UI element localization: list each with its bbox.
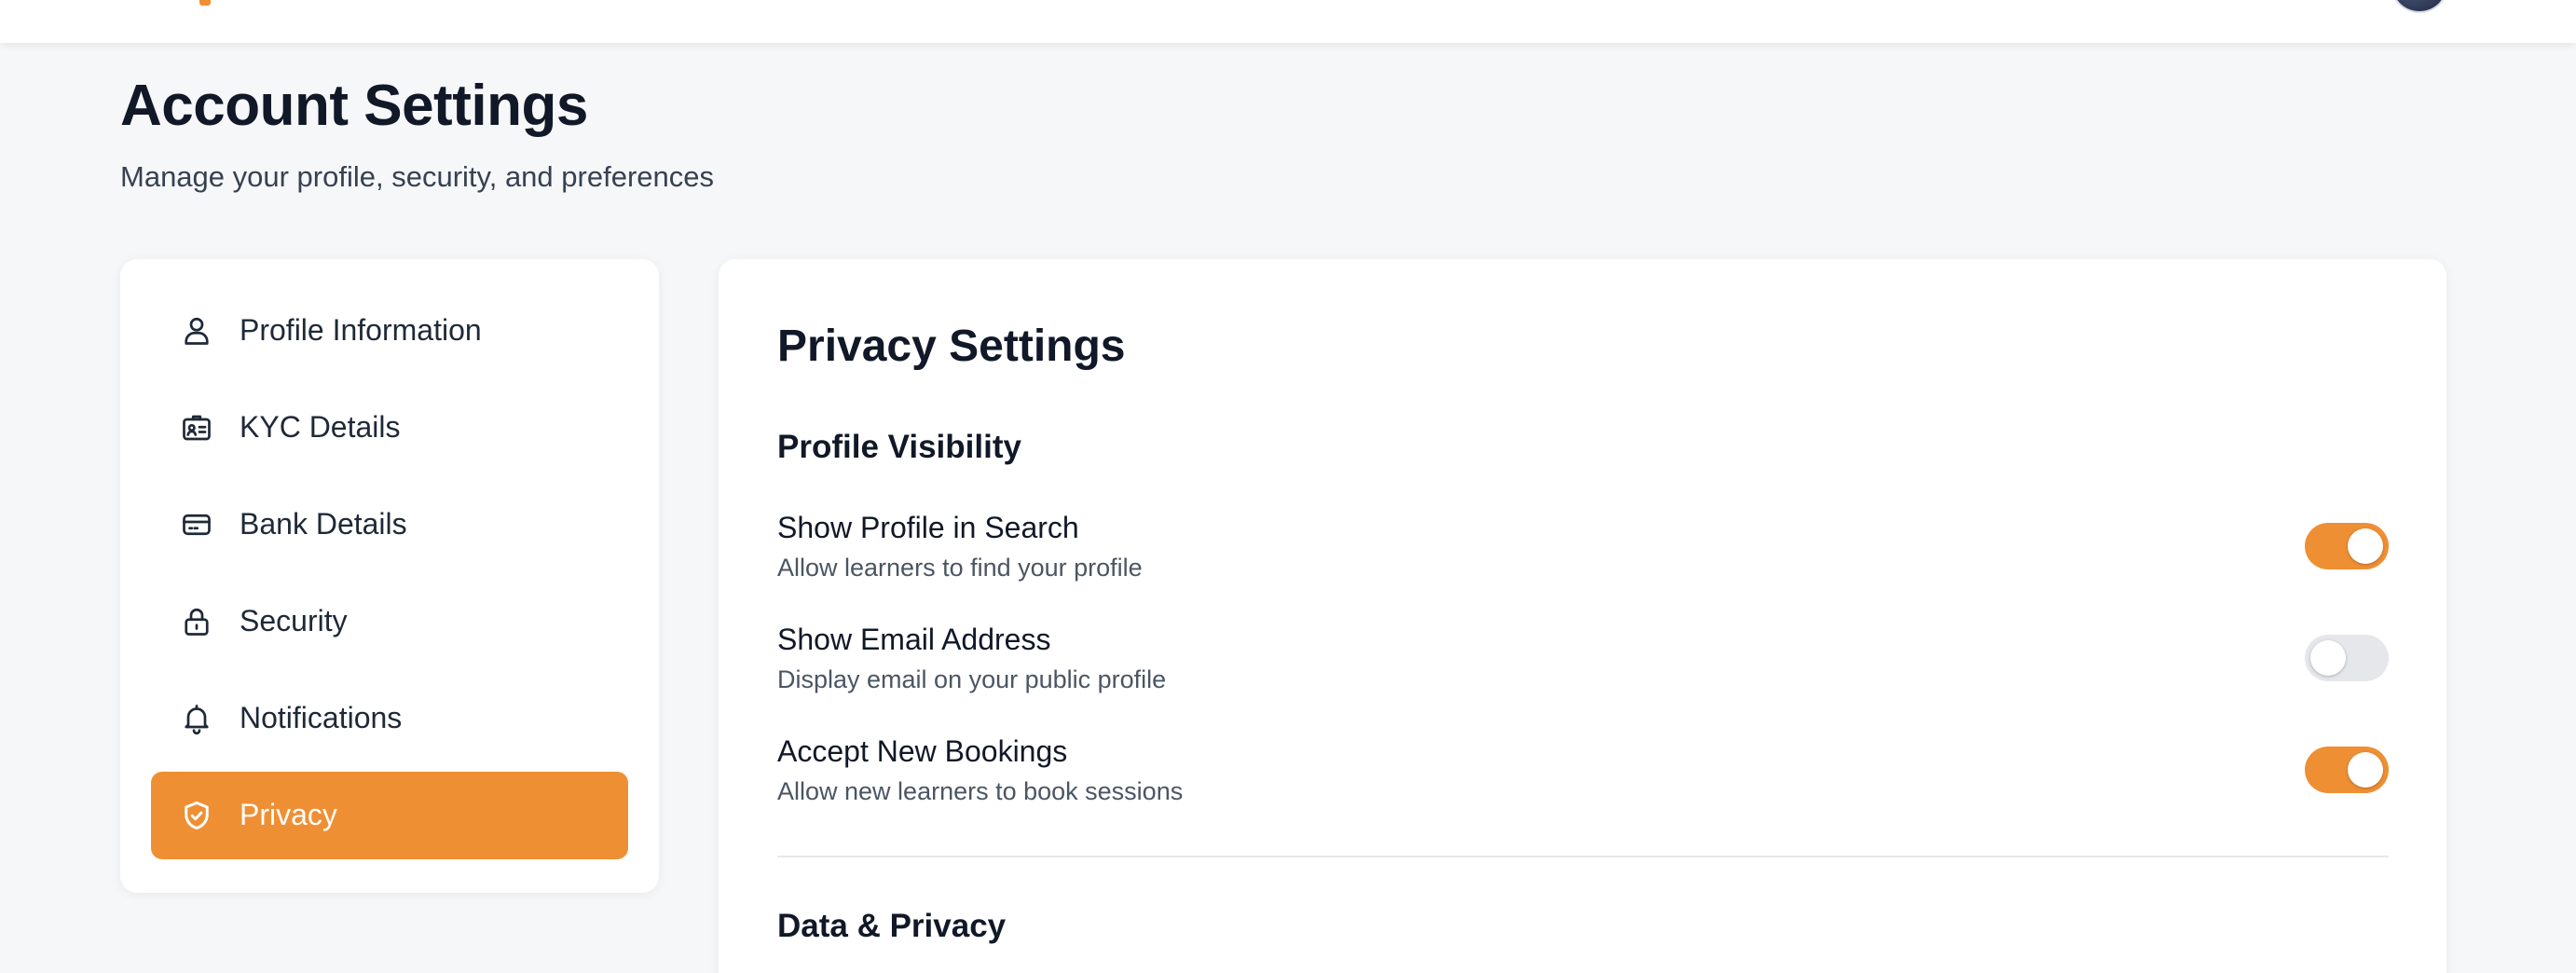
setting-label: Show Email Address [777, 623, 1051, 656]
sidebar-item-profile-information[interactable]: Profile Information [151, 287, 628, 375]
sidebar-item-label: Bank Details [240, 507, 407, 541]
section-title: Privacy Settings [777, 322, 1126, 371]
setting-label: Show Profile in Search [777, 511, 1079, 544]
sidebar-item-label: Notifications [240, 701, 403, 734]
sidebar-item-notifications[interactable]: Notifications [151, 675, 628, 762]
user-icon [180, 314, 213, 348]
sidebar-item-bank-details[interactable]: Bank Details [151, 481, 628, 569]
sidebar-item-label: Security [240, 604, 348, 637]
data-privacy-heading: Data & Privacy [777, 908, 1007, 944]
page-subtitle: Manage your profile, security, and prefe… [120, 160, 714, 193]
page-title: Account Settings [120, 74, 588, 138]
bell-icon [180, 702, 213, 735]
setting-description: Display email on your public profile [777, 665, 1167, 693]
toggle-knob [2310, 640, 2346, 676]
toggle-knob [2348, 752, 2383, 788]
user-avatar[interactable] [2391, 0, 2447, 13]
sidebar-item-label: KYC Details [240, 410, 401, 444]
privacy-settings-panel: Privacy Settings Profile Visibility Show… [719, 259, 2446, 973]
sidebar-item-kyc-details[interactable]: KYC Details [151, 384, 628, 472]
lock-icon [180, 605, 213, 638]
toggle-knob [2348, 528, 2383, 564]
shield-check-icon [180, 799, 213, 832]
profile-visibility-heading: Profile Visibility [777, 429, 1021, 465]
section-divider [777, 856, 2389, 857]
setting-description: Allow learners to find your profile [777, 554, 1143, 582]
sidebar-item-security[interactable]: Security [151, 578, 628, 665]
brand-logo[interactable] [199, 0, 211, 6]
setting-description: Allow new learners to book sessions [777, 777, 1184, 805]
credit-card-icon [180, 508, 213, 541]
show-email-address-toggle[interactable] [2305, 635, 2389, 681]
sidebar-item-label: Profile Information [240, 313, 482, 347]
sidebar-item-privacy[interactable]: Privacy [151, 772, 628, 859]
show-profile-in-search-toggle[interactable] [2305, 523, 2389, 569]
sidebar-item-label: Privacy [240, 798, 337, 831]
top-navigation-bar [0, 0, 2576, 43]
id-card-icon [180, 411, 213, 445]
accept-new-bookings-toggle[interactable] [2305, 747, 2389, 793]
setting-label: Accept New Bookings [777, 734, 1068, 768]
settings-sidebar: Profile Information KYC Details Bank Det… [120, 259, 659, 893]
